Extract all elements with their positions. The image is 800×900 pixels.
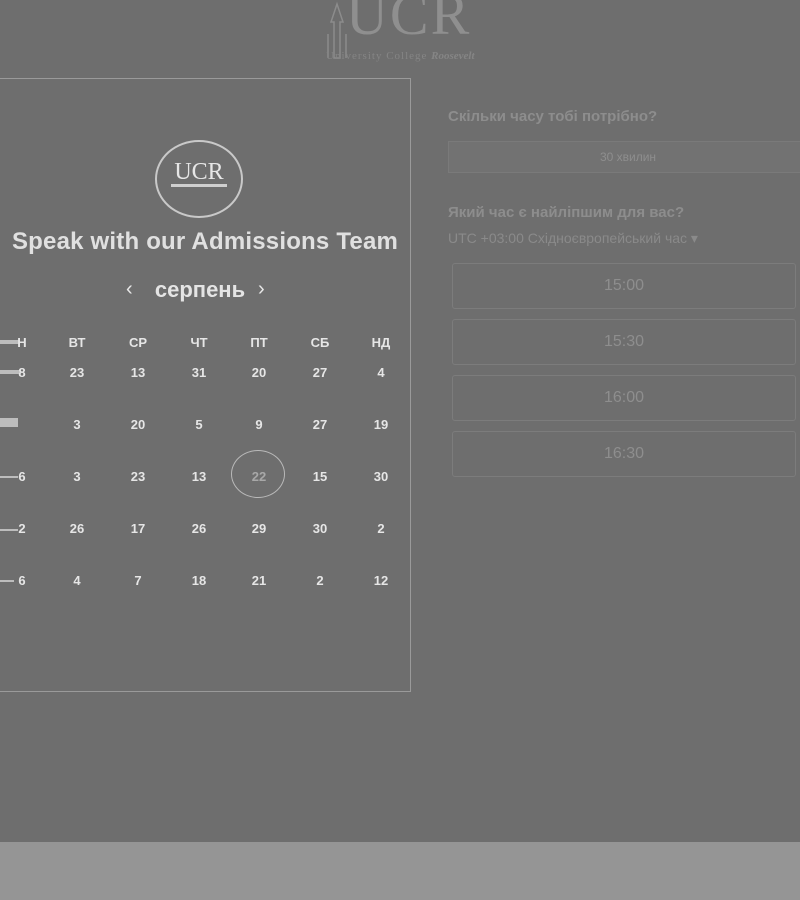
calendar-day[interactable]: 2 (300, 573, 340, 588)
calendar-day[interactable]: 3 (57, 417, 97, 432)
calendar-day[interactable]: 31 (179, 365, 219, 380)
calendar-day[interactable]: 4 (361, 365, 401, 380)
calendar-day[interactable]: 15 (300, 469, 340, 484)
chevron-right-icon[interactable]: › (258, 275, 265, 303)
calendar-day[interactable]: 7 (118, 573, 158, 588)
badge-underline (171, 184, 227, 187)
calendar-day[interactable]: 23 (118, 469, 158, 484)
month-label: серпень (154, 277, 246, 302)
weekday-header: НД (371, 335, 391, 350)
calendar-day-selected[interactable]: 22 (231, 450, 285, 498)
calendar-day[interactable]: 26 (179, 521, 219, 536)
calendar-day[interactable]: 6 (2, 469, 42, 484)
truncated-day-mark (0, 418, 18, 427)
calendar-day[interactable]: 5 (179, 417, 219, 432)
calendar-day[interactable]: 2 (361, 521, 401, 536)
calendar-day[interactable]: 4 (57, 573, 97, 588)
calendar-day[interactable]: 21 (239, 573, 279, 588)
logo-wordmark: UCR (346, 0, 472, 47)
time-question: Який час є найліпшим для вас? (448, 204, 685, 221)
weekday-header: СР (128, 335, 148, 350)
duration-question: Скільки часу тобі потрібно? (448, 108, 658, 125)
chevron-left-icon[interactable]: ‹ (126, 275, 133, 303)
calendar-day[interactable]: 27 (300, 417, 340, 432)
calendar-day[interactable]: 13 (118, 365, 158, 380)
calendar-day[interactable]: 20 (118, 417, 158, 432)
calendar-day[interactable]: 29 (239, 521, 279, 536)
calendar-day[interactable]: 30 (300, 521, 340, 536)
weekday-header: ВТ (68, 335, 86, 350)
ucr-logo: UCR University College Roosevelt (312, 0, 512, 66)
page-footer (0, 842, 800, 900)
calendar-day[interactable]: 8 (2, 365, 42, 380)
month-navigation: ‹ серпень › (120, 275, 280, 305)
weekday-header: ПТ (250, 335, 268, 350)
calendar-day[interactable]: 13 (179, 469, 219, 484)
calendar-day[interactable]: 18 (179, 573, 219, 588)
event-title: Speak with our Admissions Team (11, 228, 399, 255)
calendar-day[interactable]: 17 (118, 521, 158, 536)
ucr-badge: UCR (155, 140, 243, 218)
timezone-dropdown[interactable]: UTC +03:00 Східноєвропейський час ▾ (448, 230, 698, 247)
calendar-day[interactable]: 2 (2, 521, 42, 536)
duration-select[interactable]: 30 хвилин (448, 141, 800, 173)
calendar-day[interactable]: 12 (361, 573, 401, 588)
badge-text: UCR (174, 159, 224, 185)
time-slot-button[interactable]: 16:30 (452, 431, 796, 477)
weekday-header: СБ (310, 335, 330, 350)
calendar-day[interactable]: 3 (57, 469, 97, 484)
logo-subtitle: University College Roosevelt (326, 50, 475, 62)
weekday-header: Н (17, 335, 27, 350)
weekday-header: ЧТ (190, 335, 208, 350)
calendar-day[interactable]: 6 (2, 573, 42, 588)
calendar-day[interactable]: 9 (239, 417, 279, 432)
time-slot-button[interactable]: 15:00 (452, 263, 796, 309)
time-slot-button[interactable]: 16:00 (452, 375, 796, 421)
calendar-day[interactable]: 30 (361, 469, 401, 484)
calendar-day[interactable]: 20 (239, 365, 279, 380)
calendar-day[interactable]: 26 (57, 521, 97, 536)
calendar-day[interactable]: 19 (361, 417, 401, 432)
time-slot-button[interactable]: 15:30 (452, 319, 796, 365)
calendar-day[interactable]: 23 (57, 365, 97, 380)
calendar-day[interactable]: 27 (300, 365, 340, 380)
